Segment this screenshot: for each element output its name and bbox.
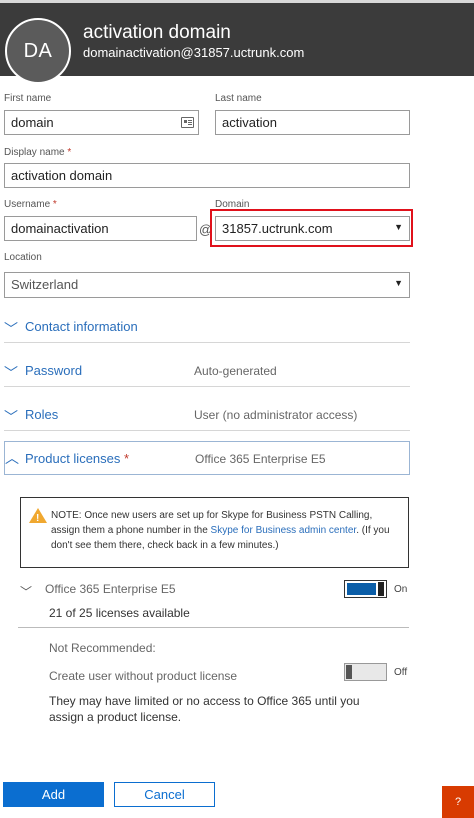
no-license-toggle[interactable] <box>344 663 387 681</box>
username-label-text: Username <box>4 199 51 210</box>
chevron-down-icon[interactable]: ﹀ <box>20 583 32 600</box>
license-toggle[interactable] <box>344 580 387 598</box>
chevron-up-icon: ︿ <box>5 450 19 466</box>
user-email: domainactivation@31857.uctrunk.com <box>83 45 305 60</box>
warning-icon: ! <box>29 508 47 524</box>
no-license-description: They may have limited or no access to Of… <box>49 694 360 724</box>
section-value: Auto-generated <box>194 364 277 378</box>
first-name-value: domain <box>11 115 54 130</box>
first-name-label: First name <box>4 93 52 104</box>
required-marker: * <box>52 199 57 210</box>
cancel-button[interactable]: Cancel <box>114 782 215 807</box>
section-password[interactable]: ﹀ Password Auto-generated <box>4 356 410 387</box>
skype-admin-center-link[interactable]: Skype for Business admin center <box>211 525 357 536</box>
section-product-licenses[interactable]: ︿ Product licenses * Office 365 Enterpri… <box>4 441 410 475</box>
chevron-down-icon: ﹀ <box>4 365 18 381</box>
license-product-name: Office 365 Enterprise E5 <box>45 582 176 596</box>
avatar: DA <box>5 18 71 84</box>
help-button[interactable]: ? <box>442 786 474 818</box>
license-availability: 21 of 25 licenses available <box>49 606 190 620</box>
skype-note: ! NOTE: Once new users are set up for Sk… <box>20 497 409 568</box>
required-marker: * <box>124 451 130 466</box>
section-title-text: Product licenses <box>25 451 121 466</box>
last-name-input[interactable]: activation <box>215 110 410 135</box>
required-marker: * <box>67 147 72 158</box>
not-recommended-heading: Not Recommended: <box>49 641 156 655</box>
last-name-label: Last name <box>215 93 262 104</box>
display-name-label: Display name * <box>4 147 71 158</box>
first-name-input[interactable]: domain <box>4 110 199 135</box>
section-value: User (no administrator access) <box>194 408 358 422</box>
toggle-thumb <box>378 582 384 596</box>
section-title: Contact information <box>25 319 138 334</box>
username-label: Username * <box>4 199 57 210</box>
location-select[interactable]: Switzerland ▼ <box>4 272 410 298</box>
license-divider <box>18 627 409 628</box>
username-value: domainactivation <box>11 221 109 236</box>
no-license-option-label: Create user without product license <box>49 669 238 683</box>
section-roles[interactable]: ﹀ Roles User (no administrator access) <box>4 400 410 431</box>
toggle-thumb <box>346 665 352 679</box>
user-display-name: activation domain <box>83 22 231 43</box>
domain-highlight-box <box>210 209 413 247</box>
display-name-value: activation domain <box>11 168 113 183</box>
caret-down-icon: ▼ <box>394 278 403 288</box>
chevron-down-icon: ﹀ <box>4 321 18 337</box>
section-title: Roles <box>25 407 59 422</box>
section-value: Office 365 Enterprise E5 <box>195 452 326 466</box>
header-top-border <box>0 0 474 3</box>
toggle-fill <box>347 583 376 595</box>
display-name-input[interactable]: activation domain <box>4 163 410 188</box>
section-title: Product licenses * <box>25 451 129 466</box>
section-title: Password <box>25 363 83 378</box>
license-toggle-label: On <box>394 584 408 595</box>
display-name-label-text: Display name <box>4 147 65 158</box>
username-input[interactable]: domainactivation <box>4 216 197 241</box>
last-name-value: activation <box>222 115 277 130</box>
user-header <box>0 0 474 76</box>
chevron-down-icon: ﹀ <box>4 409 18 425</box>
section-contact-information[interactable]: ﹀ Contact information <box>4 312 410 343</box>
location-value: Switzerland <box>11 277 79 292</box>
no-license-toggle-label: Off <box>394 667 408 678</box>
add-button[interactable]: Add <box>3 782 104 807</box>
location-label: Location <box>4 252 42 263</box>
contact-card-icon[interactable] <box>181 117 194 128</box>
